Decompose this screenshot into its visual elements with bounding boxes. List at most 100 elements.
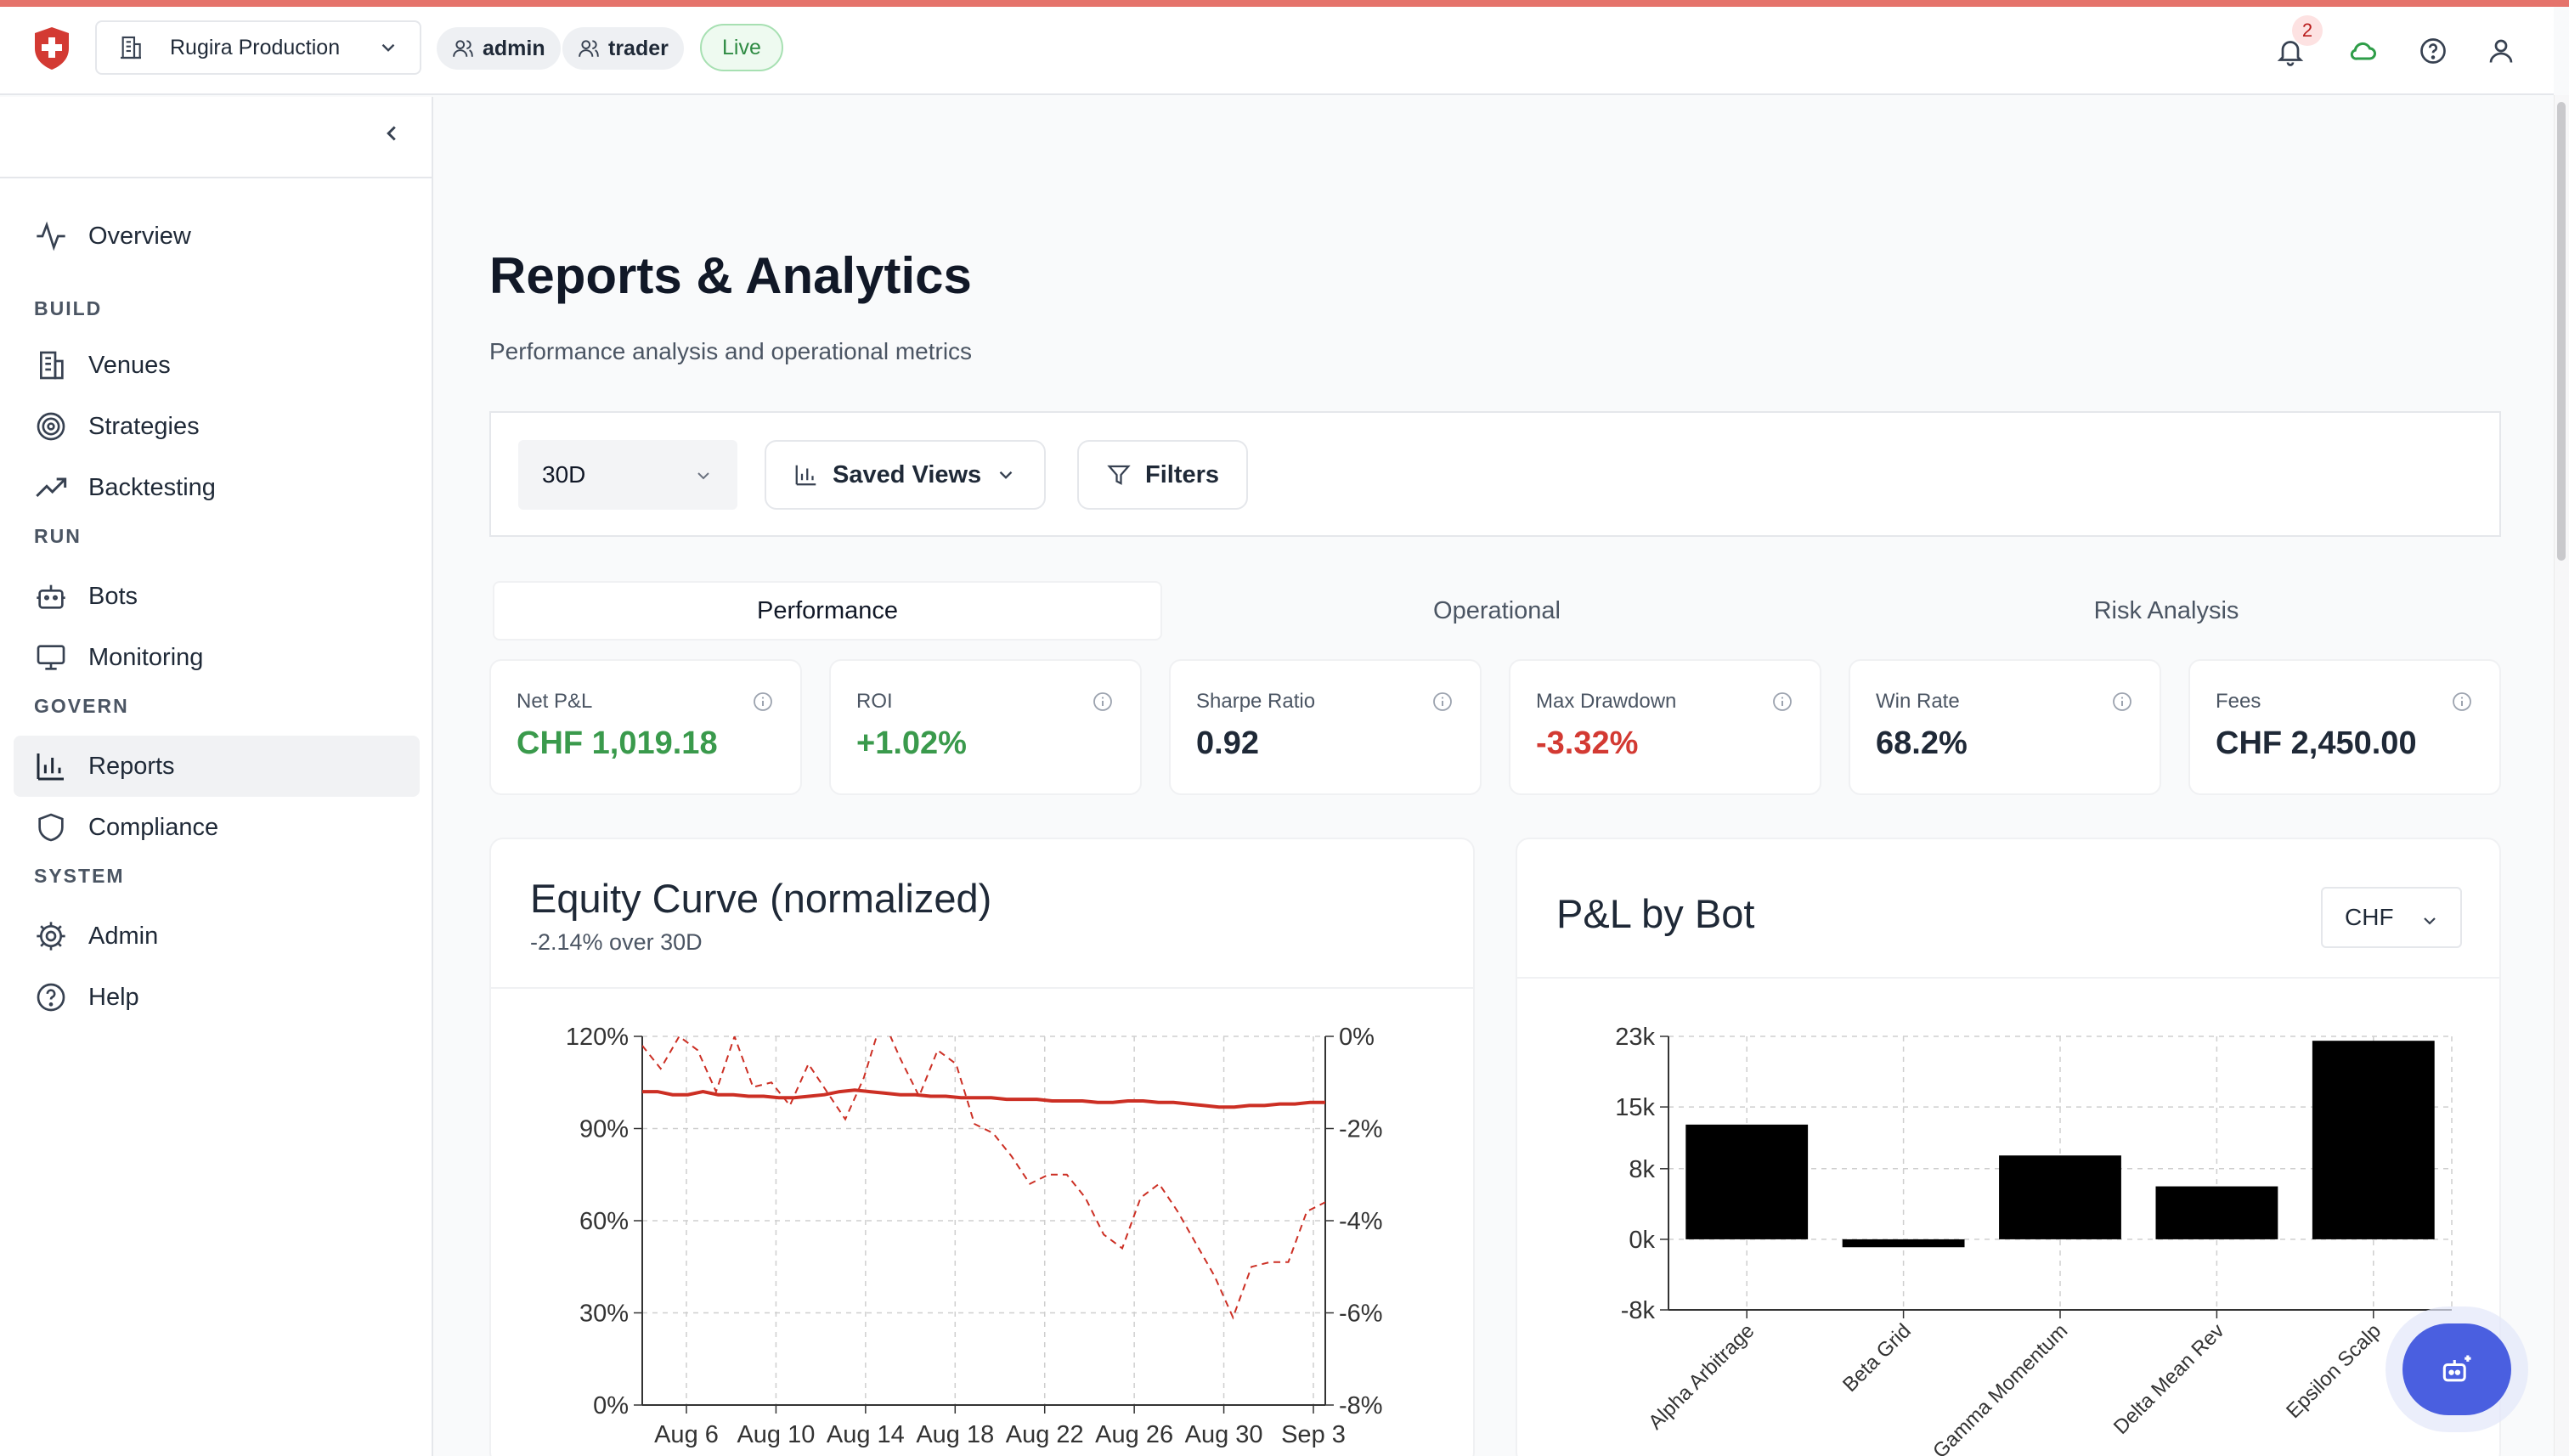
sidebar-item-overview[interactable]: Overview <box>14 206 420 267</box>
sidebar-item-venues[interactable]: Venues <box>14 335 420 396</box>
sidebar-item-monitoring[interactable]: Monitoring <box>14 627 420 688</box>
sidebar-item-reports[interactable]: Reports <box>14 736 420 797</box>
kpi-label: Net P&L <box>517 690 593 713</box>
y-right-tick-label: -4% <box>1339 1208 1383 1235</box>
sidebar-item-strategies[interactable]: Strategies <box>14 396 420 457</box>
sidebar-item-label: Overview <box>88 222 191 250</box>
sidebar-item-backtesting[interactable]: Backtesting <box>14 457 420 518</box>
sidebar-section-build: BUILD <box>34 297 103 319</box>
bar-chart-icon <box>37 753 64 781</box>
info-icon[interactable] <box>2452 691 2472 712</box>
saved-views-button[interactable]: Saved Views <box>765 440 1047 510</box>
sidebar-item-label: Bots <box>88 582 138 610</box>
notification-count-badge: 2 <box>2292 15 2323 46</box>
x-tick-label: Aug 14 <box>827 1421 905 1448</box>
x-tick-label: Aug 18 <box>916 1421 994 1448</box>
sidebar: Overview BUILD Venues Strategies Backtes… <box>0 97 433 1456</box>
users-icon <box>453 40 473 57</box>
y-right-tick-label: -2% <box>1339 1116 1383 1143</box>
y-left-tick-label: 30% <box>579 1301 629 1328</box>
sidebar-item-bots[interactable]: Bots <box>14 566 420 627</box>
info-icon[interactable] <box>2112 691 2132 712</box>
kpi-card: Max Drawdown -3.32% <box>1509 659 1821 795</box>
tab-risk-analysis[interactable]: Risk Analysis <box>1832 581 2501 641</box>
sidebar-item-admin[interactable]: Admin <box>14 906 420 967</box>
y-left-tick-label: 60% <box>579 1208 629 1235</box>
kpi-value: CHF 2,450.00 <box>2216 725 2417 761</box>
y-right-tick-label: -6% <box>1339 1301 1383 1328</box>
kpi-value: -3.32% <box>1536 725 1639 761</box>
period-select[interactable]: 30D <box>518 440 737 510</box>
sidebar-item-label: Reports <box>88 752 175 780</box>
collapse-sidebar-chevron-left-icon[interactable] <box>379 121 404 146</box>
kpi-value: 0.92 <box>1196 725 1259 761</box>
x-tick-label: Delta Mean Rev <box>2109 1319 2229 1439</box>
trending-up-icon <box>36 477 67 498</box>
sidebar-section-system: SYSTEM <box>34 865 125 887</box>
kpi-card: Fees CHF 2,450.00 <box>2188 659 2501 795</box>
period-select-value: 30D <box>542 461 586 488</box>
user-icon[interactable] <box>2486 36 2516 66</box>
workspace-selector[interactable]: Rugira Production <box>95 20 421 75</box>
y-left-tick-label: 120% <box>566 1024 629 1051</box>
sidebar-section-run: RUN <box>34 525 82 547</box>
y-tick-label: 23k <box>1615 1024 1655 1051</box>
page-scrollbar-thumb[interactable] <box>2557 102 2566 561</box>
filter-bar: 30D Saved Views Filters <box>489 411 2501 537</box>
kpi-card: ROI +1.02% <box>829 659 1142 795</box>
target-icon <box>37 412 65 441</box>
sidebar-item-label: Monitoring <box>88 643 204 671</box>
building-icon <box>40 351 64 380</box>
page-title: Reports & Analytics <box>489 247 972 304</box>
kpi-label: Max Drawdown <box>1536 690 1677 713</box>
kpi-value: 68.2% <box>1876 725 1968 761</box>
sidebar-item-label: Admin <box>88 922 159 950</box>
x-tick-label: Aug 22 <box>1006 1421 1084 1448</box>
tab-operational[interactable]: Operational <box>1162 581 1832 641</box>
bot-icon <box>37 584 65 609</box>
sidebar-item-label: Strategies <box>88 412 200 440</box>
kpi-label: ROI <box>856 690 893 713</box>
bar-chart-icon <box>795 465 816 486</box>
role-badge-trader: trader <box>562 27 684 70</box>
bar <box>1685 1124 1809 1239</box>
cloud-icon[interactable] <box>2348 36 2379 66</box>
top-accent-line <box>0 0 2569 7</box>
brand-logo-icon[interactable] <box>32 25 71 71</box>
info-icon[interactable] <box>1093 691 1113 712</box>
users-icon <box>579 40 599 57</box>
activity-icon <box>37 221 65 251</box>
info-icon[interactable] <box>1772 691 1793 712</box>
x-tick-label: Alpha Arbitrage <box>1644 1319 1759 1434</box>
gear-icon <box>37 922 65 951</box>
help-circle-icon[interactable] <box>2418 36 2448 66</box>
kpi-value: +1.02% <box>856 725 967 761</box>
filters-label: Filters <box>1145 460 1220 488</box>
sidebar-section-govern: GOVERN <box>34 695 129 717</box>
bar <box>1999 1155 2121 1239</box>
x-tick-label: Epsilon Scalp <box>2282 1319 2386 1423</box>
x-tick-label: Aug 6 <box>654 1421 719 1448</box>
filters-button[interactable]: Filters <box>1077 440 1249 510</box>
chevron-down-icon <box>697 472 709 480</box>
tab-performance[interactable]: Performance <box>493 581 1162 641</box>
x-tick-label: Aug 26 <box>1095 1421 1173 1448</box>
kpi-card: Net P&L CHF 1,019.18 <box>489 659 802 795</box>
sidebar-item-help[interactable]: Help <box>14 967 420 1028</box>
equity-series-dashed-line <box>642 1036 1325 1320</box>
role-trader-label: trader <box>608 36 669 60</box>
sidebar-item-label: Compliance <box>88 813 219 841</box>
workspace-name: Rugira Production <box>170 35 341 59</box>
bar <box>2312 1041 2435 1239</box>
y-right-tick-label: 0% <box>1339 1024 1375 1051</box>
info-icon[interactable] <box>1432 691 1453 712</box>
info-icon[interactable] <box>753 691 773 712</box>
y-tick-label: 15k <box>1615 1094 1655 1121</box>
shield-icon <box>38 813 64 842</box>
x-tick-label: Aug 30 <box>1185 1421 1263 1448</box>
assistant-fab-button[interactable] <box>2402 1323 2511 1415</box>
x-tick-label: Beta Grid <box>1838 1319 1916 1397</box>
sidebar-item-compliance[interactable]: Compliance <box>14 797 420 858</box>
report-tabs: Performance Operational Risk Analysis <box>493 581 2501 641</box>
bar <box>2155 1186 2278 1239</box>
